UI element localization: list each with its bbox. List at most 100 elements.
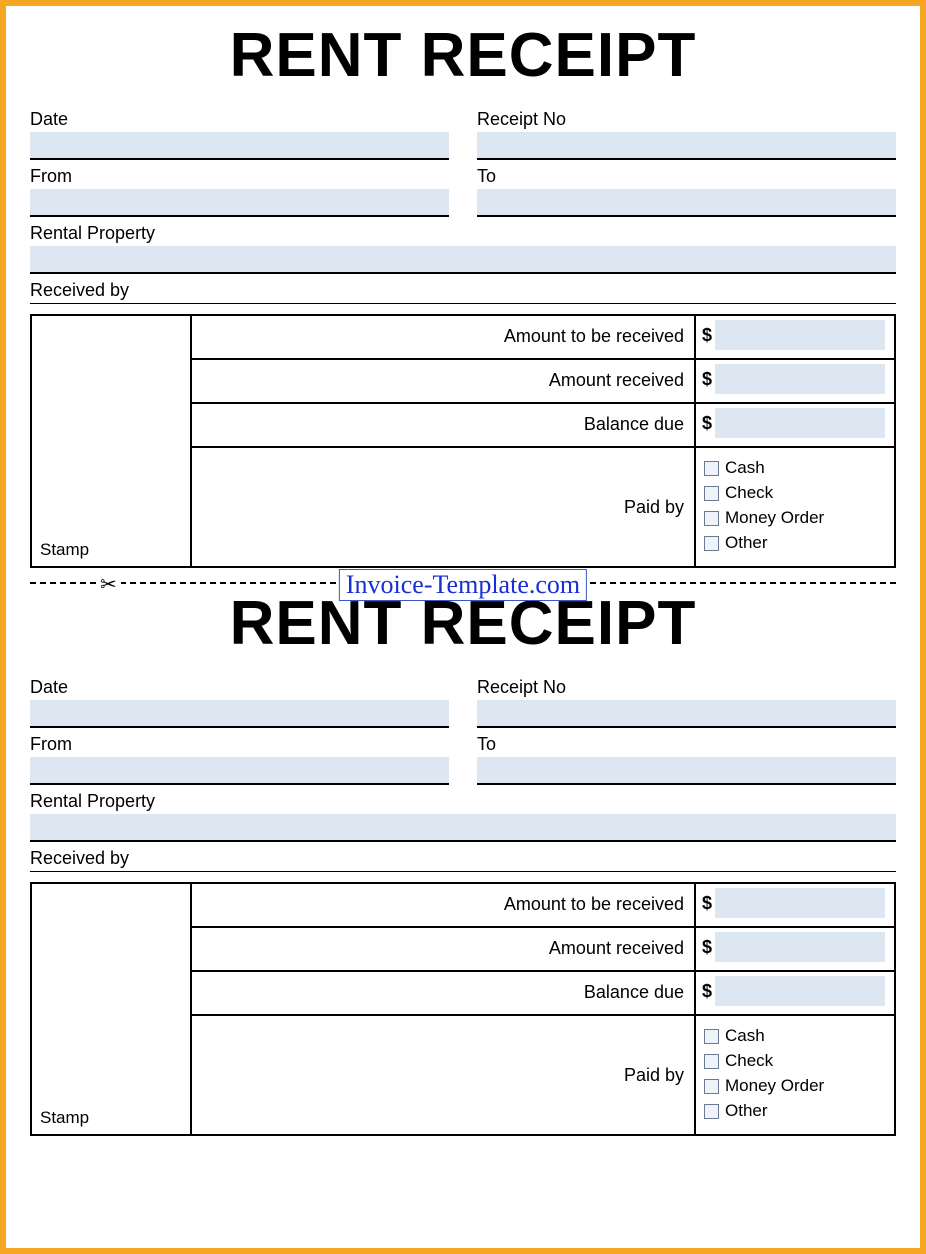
label-amount-to-be-received: Amount to be received [191,315,695,359]
currency-symbol: $ [700,325,715,346]
label-amount-received: Amount received [191,927,695,971]
label-from: From [30,734,449,755]
scissors-icon: ✂ [96,572,121,597]
line-received-by [30,871,896,872]
label-stamp: Stamp [40,540,89,559]
currency-symbol: $ [700,369,715,390]
label-balance-due: Balance due [191,971,695,1015]
label-received-by: Received by [30,848,896,869]
cell-amount-to-be-received: $ [695,883,895,927]
checkbox-icon [704,461,719,476]
field-receipt-no: Receipt No [477,109,896,160]
field-from: From [30,734,449,785]
label-paid-by: Paid by [191,447,695,567]
label-date: Date [30,677,449,698]
checkbox-icon [704,1054,719,1069]
checkbox-icon [704,1029,719,1044]
field-to: To [477,166,896,217]
currency-symbol: $ [700,981,715,1002]
option-money-order[interactable]: Money Order [704,1076,886,1096]
stamp-cell: Stamp [31,883,191,1135]
option-other[interactable]: Other [704,533,886,553]
paid-by-options: Cash Check Money Order Other [695,1015,895,1135]
option-check[interactable]: Check [704,483,886,503]
receipt-title: RENT RECEIPT [30,20,896,91]
label-receipt-no: Receipt No [477,109,896,130]
input-balance-due[interactable] [715,976,885,1006]
field-date: Date [30,677,449,728]
option-money-order[interactable]: Money Order [704,508,886,528]
paid-by-options: Cash Check Money Order Other [695,447,895,567]
cell-amount-received: $ [695,927,895,971]
option-label-other: Other [725,533,768,553]
option-label-check: Check [725,1051,773,1071]
field-rental-property: Rental Property [30,791,896,842]
stamp-cell: Stamp [31,315,191,567]
checkbox-icon [704,511,719,526]
currency-symbol: $ [700,413,715,434]
cell-amount-to-be-received: $ [695,315,895,359]
label-amount-to-be-received: Amount to be received [191,883,695,927]
label-from: From [30,166,449,187]
amount-table: Stamp Amount to be received $ Amount rec… [30,882,896,1136]
input-amount-to-be-received[interactable] [715,320,885,350]
label-rental-property: Rental Property [30,223,896,244]
label-rental-property: Rental Property [30,791,896,812]
field-from: From [30,166,449,217]
label-amount-received: Amount received [191,359,695,403]
field-received-by: Received by [30,848,896,872]
option-cash[interactable]: Cash [704,458,886,478]
checkbox-icon [704,1104,719,1119]
currency-symbol: $ [700,937,715,958]
input-rental-property[interactable] [30,814,896,842]
input-receipt-no[interactable] [477,700,896,728]
receipt-top: RENT RECEIPT Date Receipt No From To Ren… [30,20,896,568]
currency-symbol: $ [700,893,715,914]
cell-balance-due: $ [695,403,895,447]
option-label-other: Other [725,1101,768,1121]
input-receipt-no[interactable] [477,132,896,160]
label-to: To [477,166,896,187]
amount-table: Stamp Amount to be received $ Amount rec… [30,314,896,568]
checkbox-icon [704,486,719,501]
option-other[interactable]: Other [704,1101,886,1121]
receipt-bottom: RENT RECEIPT Date Receipt No From To Ren… [30,588,896,1136]
input-amount-received[interactable] [715,364,885,394]
cell-amount-received: $ [695,359,895,403]
label-receipt-no: Receipt No [477,677,896,698]
input-rental-property[interactable] [30,246,896,274]
input-date[interactable] [30,132,449,160]
cut-divider: ✂ Invoice-Template.com [30,582,896,584]
input-balance-due[interactable] [715,408,885,438]
option-label-money-order: Money Order [725,1076,824,1096]
checkbox-icon [704,536,719,551]
input-from[interactable] [30,189,449,217]
input-amount-to-be-received[interactable] [715,888,885,918]
input-to[interactable] [477,189,896,217]
field-rental-property: Rental Property [30,223,896,274]
label-date: Date [30,109,449,130]
watermark-link[interactable]: Invoice-Template.com [339,569,587,601]
input-amount-received[interactable] [715,932,885,962]
field-to: To [477,734,896,785]
option-label-cash: Cash [725,1026,765,1046]
field-receipt-no: Receipt No [477,677,896,728]
label-balance-due: Balance due [191,403,695,447]
label-to: To [477,734,896,755]
option-check[interactable]: Check [704,1051,886,1071]
field-received-by: Received by [30,280,896,304]
option-label-money-order: Money Order [725,508,824,528]
label-paid-by: Paid by [191,1015,695,1135]
option-label-check: Check [725,483,773,503]
cell-balance-due: $ [695,971,895,1015]
input-from[interactable] [30,757,449,785]
input-to[interactable] [477,757,896,785]
input-date[interactable] [30,700,449,728]
option-cash[interactable]: Cash [704,1026,886,1046]
label-received-by: Received by [30,280,896,301]
option-label-cash: Cash [725,458,765,478]
line-received-by [30,303,896,304]
label-stamp: Stamp [40,1108,89,1127]
field-date: Date [30,109,449,160]
checkbox-icon [704,1079,719,1094]
